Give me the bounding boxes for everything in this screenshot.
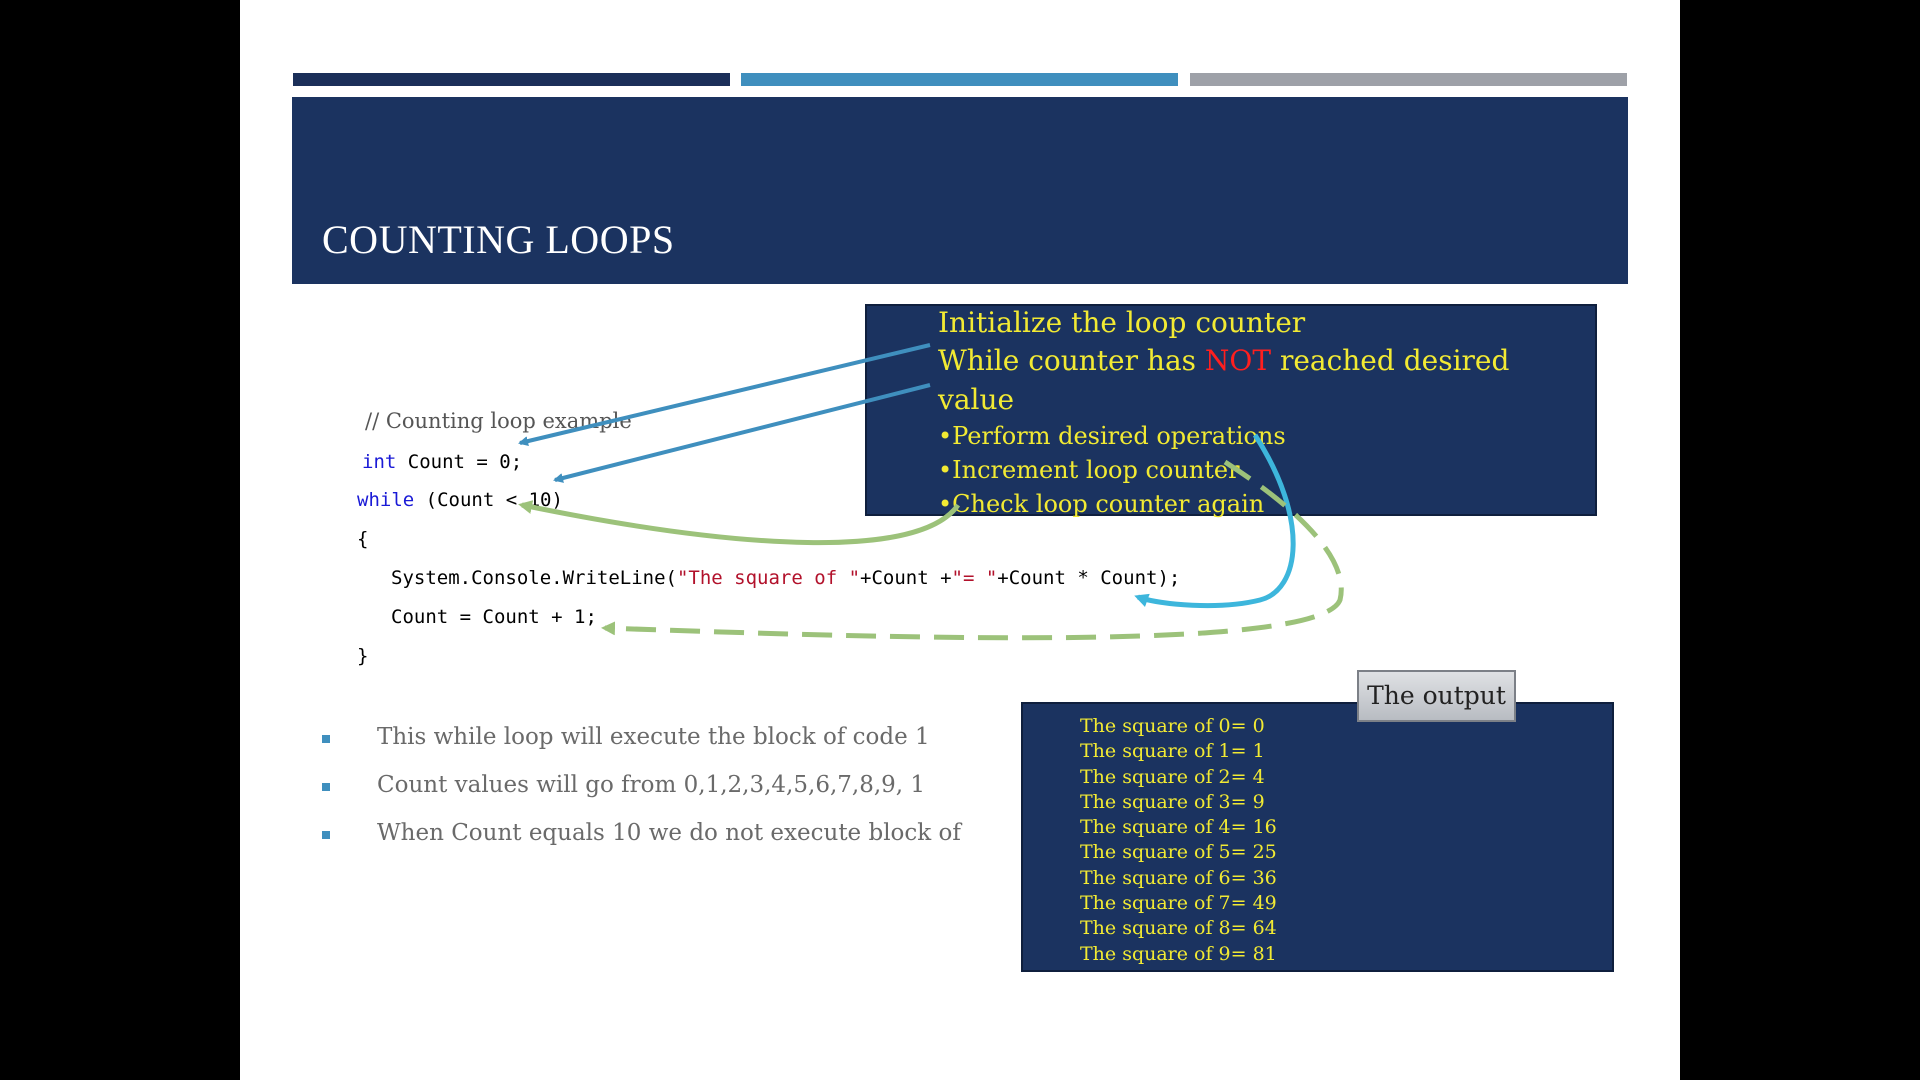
- arrow-check-again: [518, 500, 961, 546]
- slide: COUNTING LOOPS // Counting loop example …: [240, 0, 1680, 1080]
- arrow-perform: [1134, 433, 1296, 609]
- arrow-initialize: [518, 343, 931, 447]
- arrow-overlay: [518, 343, 1344, 641]
- arrow-while-condition: [553, 383, 931, 483]
- arrow-increment: [601, 459, 1344, 641]
